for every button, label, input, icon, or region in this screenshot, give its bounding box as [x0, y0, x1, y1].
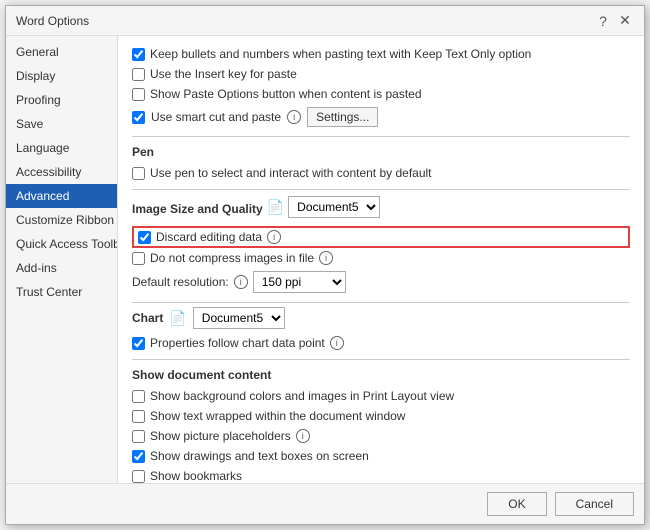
title-bar: Word Options ? ✕: [6, 6, 644, 36]
checkbox-pen[interactable]: [132, 167, 145, 180]
show-document-section: Show document content Show background co…: [132, 368, 630, 483]
scroll-content: Keep bullets and numbers when pasting te…: [118, 36, 644, 483]
settings-button[interactable]: Settings...: [307, 107, 378, 127]
option-insert-key: Use the Insert key for paste: [132, 64, 630, 84]
option-keep-bullets: Keep bullets and numbers when pasting te…: [132, 44, 630, 64]
image-section: Image Size and Quality 📄 Document5 Disca…: [132, 194, 630, 296]
sidebar-item-advanced[interactable]: Advanced: [6, 184, 117, 208]
chart-header: Chart: [132, 311, 163, 325]
option-show-bookmarks: Show bookmarks: [132, 466, 630, 483]
option-bg-colors: Show background colors and images in Pri…: [132, 386, 630, 406]
label-keep-bullets: Keep bullets and numbers when pasting te…: [150, 47, 531, 61]
sidebar-item-accessibility[interactable]: Accessibility: [6, 160, 117, 184]
sidebar-item-add-ins[interactable]: Add-ins: [6, 256, 117, 280]
cancel-button[interactable]: Cancel: [555, 492, 634, 516]
dialog-footer: OK Cancel: [6, 483, 644, 524]
title-controls: ? ✕: [594, 12, 634, 30]
image-document-dropdown[interactable]: Document5: [288, 196, 380, 218]
info-discard-editing: i: [267, 230, 281, 244]
checkbox-paste-options[interactable]: [132, 88, 145, 101]
image-document-select: Image Size and Quality 📄 Document5: [132, 194, 630, 220]
resolution-row: Default resolution: i 96 ppi150 ppi220 p…: [132, 268, 630, 296]
main-panel: Keep bullets and numbers when pasting te…: [118, 36, 644, 483]
pen-header: Pen: [132, 145, 630, 159]
sidebar-item-proofing[interactable]: Proofing: [6, 88, 117, 112]
info-smart-cut: i: [287, 110, 301, 124]
label-paste-options: Show Paste Options button when content i…: [150, 87, 422, 101]
ok-button[interactable]: OK: [487, 492, 546, 516]
pen-section: Pen Use pen to select and interact with …: [132, 145, 630, 183]
label-smart-cut: Use smart cut and paste: [151, 110, 281, 124]
checkbox-insert-key[interactable]: [132, 68, 145, 81]
label-show-bookmarks: Show bookmarks: [150, 469, 242, 483]
option-text-wrapped: Show text wrapped within the document wi…: [132, 406, 630, 426]
checkbox-show-drawings[interactable]: [132, 450, 145, 463]
chart-section: Chart 📄 Document5 Properties follow char…: [132, 307, 630, 353]
discard-editing-row: Discard editing data i: [132, 226, 630, 248]
sidebar: GeneralDisplayProofingSaveLanguageAccess…: [6, 36, 118, 483]
resolution-dropdown[interactable]: 96 ppi150 ppi220 ppi330 ppiHigh fidelity: [253, 271, 346, 293]
label-show-drawings: Show drawings and text boxes on screen: [150, 449, 369, 463]
option-picture-placeholders: Show picture placeholders i: [132, 426, 630, 446]
checkbox-bg-colors[interactable]: [132, 390, 145, 403]
doc-icon-image: 📄: [267, 199, 284, 216]
content-area: GeneralDisplayProofingSaveLanguageAccess…: [6, 36, 644, 483]
chart-header-row: Chart 📄 Document5: [132, 307, 630, 329]
chart-document-dropdown[interactable]: Document5: [193, 307, 285, 329]
sidebar-item-trust-center[interactable]: Trust Center: [6, 280, 117, 304]
resolution-label: Default resolution:: [132, 275, 229, 289]
doc-icon-chart: 📄: [169, 310, 186, 327]
sidebar-item-language[interactable]: Language: [6, 136, 117, 160]
option-properties: Properties follow chart data point i: [132, 333, 630, 353]
label-pen: Use pen to select and interact with cont…: [150, 166, 432, 180]
checkbox-properties[interactable]: [132, 337, 145, 350]
label-discard-editing: Discard editing data: [156, 230, 262, 244]
show-document-header: Show document content: [132, 368, 630, 382]
label-picture-placeholders: Show picture placeholders: [150, 429, 291, 443]
image-header: Image Size and Quality: [132, 202, 263, 216]
info-properties: i: [330, 336, 344, 350]
checkbox-text-wrapped[interactable]: [132, 410, 145, 423]
sidebar-item-customize-ribbon[interactable]: Customize Ribbon: [6, 208, 117, 232]
label-bg-colors: Show background colors and images in Pri…: [150, 389, 454, 403]
close-button[interactable]: ✕: [616, 12, 634, 30]
label-text-wrapped: Show text wrapped within the document wi…: [150, 409, 405, 423]
option-show-drawings: Show drawings and text boxes on screen: [132, 446, 630, 466]
sidebar-item-save[interactable]: Save: [6, 112, 117, 136]
checkbox-smart-cut[interactable]: [132, 111, 145, 124]
option-pen: Use pen to select and interact with cont…: [132, 163, 630, 183]
sidebar-item-quick-access-toolbar[interactable]: Quick Access Toolbar: [6, 232, 117, 256]
label-insert-key: Use the Insert key for paste: [150, 67, 297, 81]
info-picture-placeholders: i: [296, 429, 310, 443]
option-no-compress: Do not compress images in file i: [132, 248, 630, 268]
info-resolution: i: [234, 275, 248, 289]
word-options-dialog: Word Options ? ✕ GeneralDisplayProofingS…: [5, 5, 645, 525]
label-no-compress: Do not compress images in file: [150, 251, 314, 265]
option-paste-options: Show Paste Options button when content i…: [132, 84, 630, 104]
help-button[interactable]: ?: [594, 12, 612, 30]
sidebar-item-general[interactable]: General: [6, 40, 117, 64]
option-smart-cut: Use smart cut and paste i Settings...: [132, 104, 630, 130]
checkbox-show-bookmarks[interactable]: [132, 470, 145, 483]
checkbox-picture-placeholders[interactable]: [132, 430, 145, 443]
info-no-compress: i: [319, 251, 333, 265]
sidebar-item-display[interactable]: Display: [6, 64, 117, 88]
checkbox-keep-bullets[interactable]: [132, 48, 145, 61]
checkbox-discard-editing[interactable]: [138, 231, 151, 244]
label-properties: Properties follow chart data point: [150, 336, 325, 350]
checkbox-no-compress[interactable]: [132, 252, 145, 265]
top-options-block: Keep bullets and numbers when pasting te…: [132, 44, 630, 130]
dialog-title: Word Options: [16, 14, 89, 28]
